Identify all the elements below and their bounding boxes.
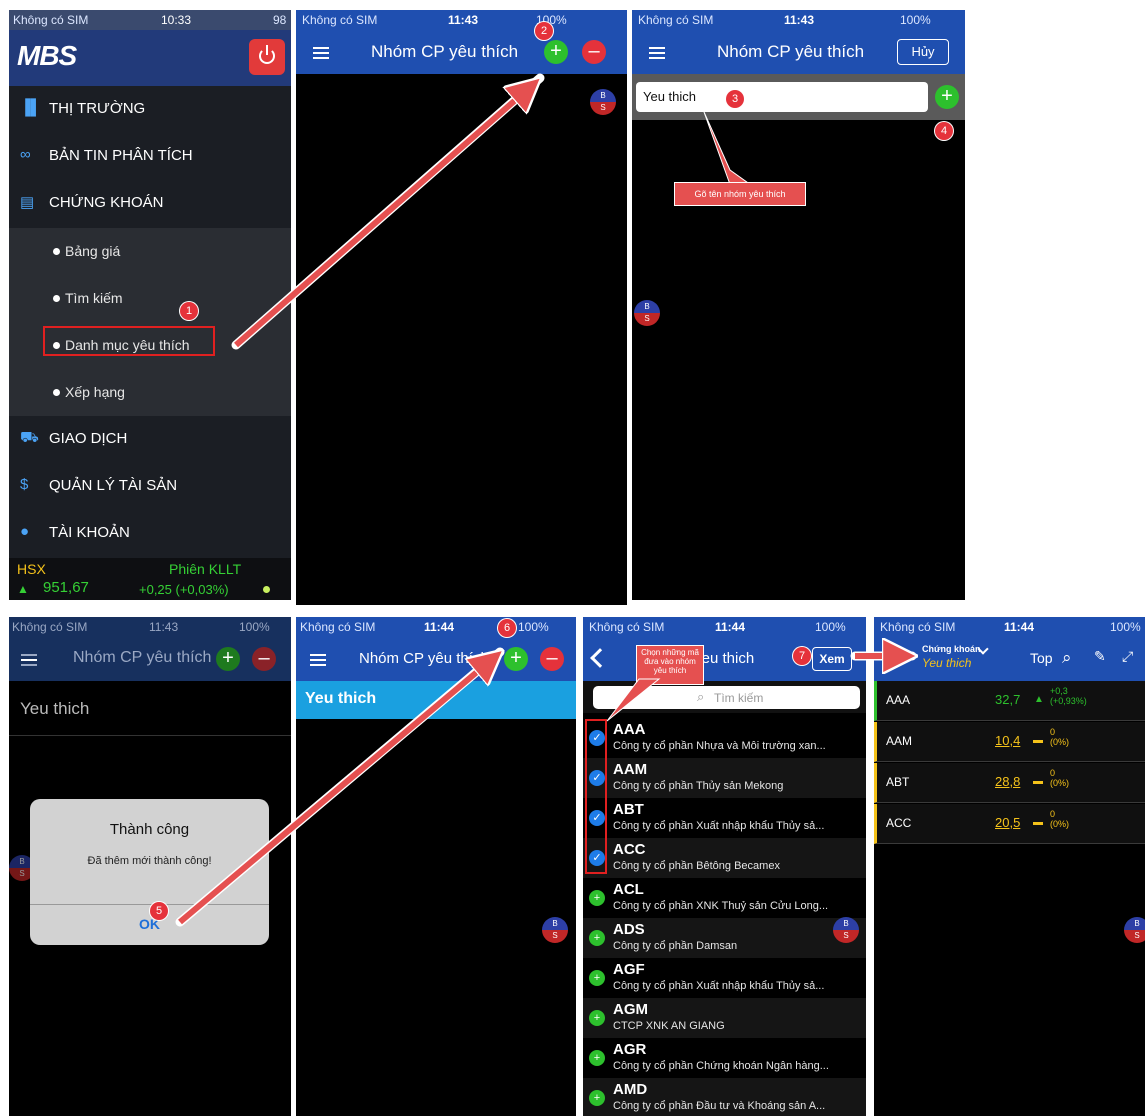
step-badge-5: 5 <box>150 902 168 920</box>
step-badge-3: 3 <box>726 90 744 108</box>
step-badge-7: 7 <box>793 647 811 665</box>
step-badge-6: 6 <box>498 619 516 637</box>
flow-arrows <box>175 73 1145 927</box>
step-badge-1: 1 <box>180 302 198 320</box>
step-badge-2: 2 <box>535 22 553 40</box>
step-badge-4: 4 <box>935 122 953 140</box>
